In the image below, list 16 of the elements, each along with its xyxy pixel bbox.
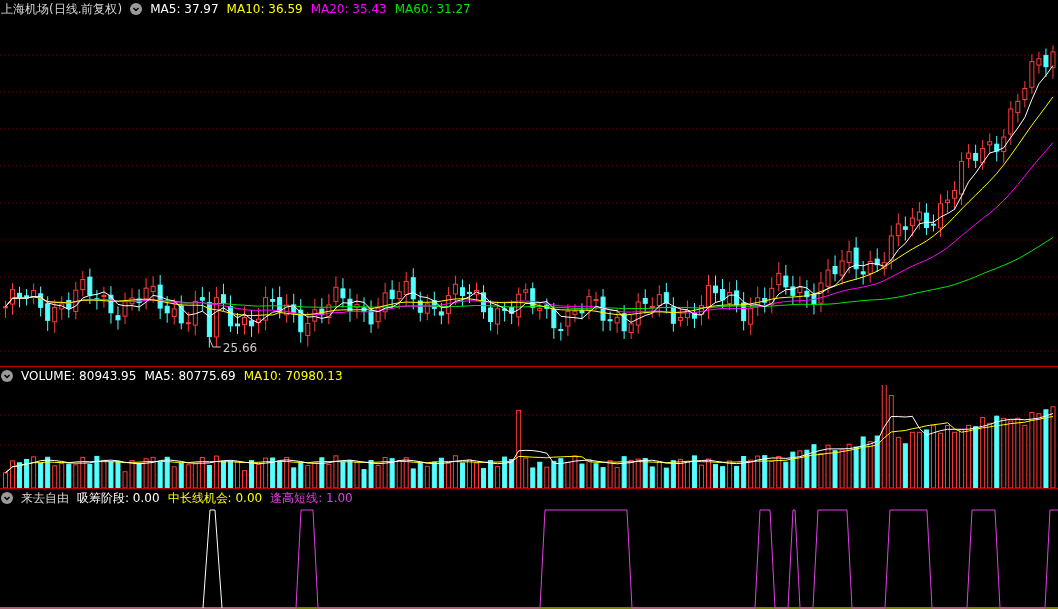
indicator-value: 逢高短线: 1.00 — [270, 489, 353, 507]
dropdown-icon[interactable] — [1, 492, 13, 504]
indicator-value: MA10: 36.59 — [226, 2, 303, 16]
indicator-value: MA5: 80775.69 — [144, 369, 236, 383]
stock-title: 上海机场(日线.前复权) — [1, 0, 123, 18]
indicator-value: VOLUME: 80943.95 — [21, 369, 137, 383]
indicator-title: 来去自由 — [21, 489, 69, 507]
indicator-value: MA60: 31.27 — [394, 2, 471, 16]
dropdown-icon[interactable] — [130, 3, 143, 15]
indicator-value: MA5: 37.97 — [150, 2, 219, 16]
indicator-value: MA10: 70980.13 — [243, 369, 343, 383]
low-price-label: 25.66 — [222, 341, 258, 355]
indicator-value: 吸筹阶段: 0.00 — [77, 489, 160, 507]
indicator-value: MA20: 35.43 — [310, 2, 387, 16]
dropdown-icon[interactable] — [1, 370, 13, 382]
indicator-value: 中长线机会: 0.00 — [167, 489, 263, 507]
